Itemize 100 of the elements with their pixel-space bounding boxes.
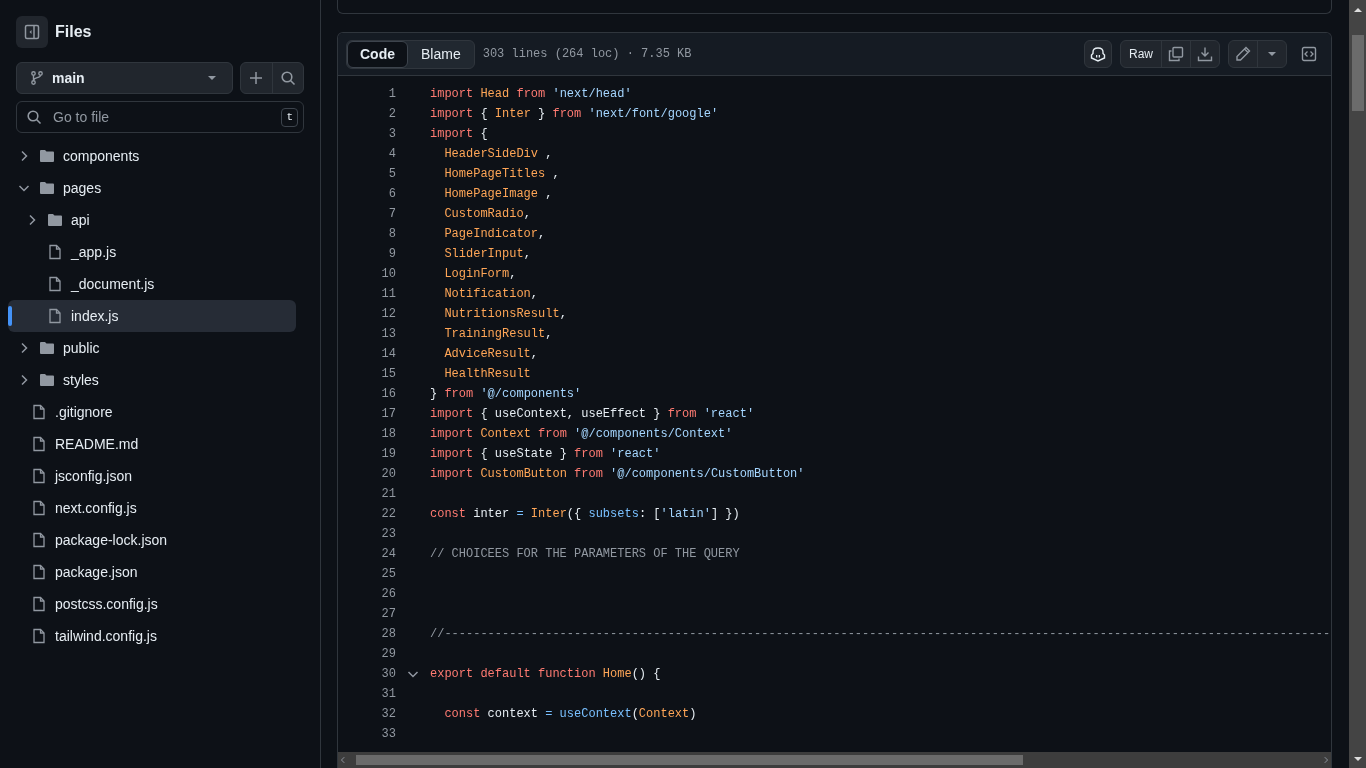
line-number: 25: [380, 566, 396, 583]
tree-item[interactable]: pages: [8, 172, 296, 204]
file-icon: [31, 500, 47, 516]
code-line: HealthResult: [443, 366, 531, 383]
code-line: import { useContext, useEffect } from 'react': [430, 406, 755, 423]
line-number: 29: [380, 646, 396, 663]
line-number: 2: [387, 106, 396, 123]
line-number: 8: [387, 226, 396, 243]
folder-icon: [39, 148, 55, 164]
code-line: // CHOICEES FOR THE PARAMETERS OF THE QUERY: [430, 546, 740, 563]
line-number: 17: [380, 406, 396, 423]
folder-icon: [39, 180, 55, 196]
folder-icon: [39, 372, 55, 388]
code-line: } from '@/components': [430, 386, 582, 403]
folder-icon: [39, 340, 55, 356]
copy-icon: [1168, 46, 1184, 62]
scrollbar-thumb[interactable]: [1351, 35, 1364, 111]
collapse-sidebar-button[interactable]: [16, 16, 48, 48]
code-line: import { Inter } from 'next/font/google': [430, 106, 719, 123]
file-icon: [31, 564, 47, 580]
view-tab[interactable]: Blame: [408, 40, 474, 68]
line-number: 15: [380, 366, 396, 383]
line-number: 5: [387, 166, 396, 183]
code-line: LoginForm,: [443, 266, 517, 283]
shortcut-key: t: [281, 108, 298, 127]
folder-icon: [47, 212, 63, 228]
line-number: 33: [380, 726, 396, 743]
copilot-button[interactable]: [1084, 40, 1112, 68]
tree-item[interactable]: _app.js: [8, 236, 296, 268]
line-number: 3: [387, 126, 396, 143]
scroll-down-icon[interactable]: [1352, 754, 1363, 764]
file-icon: [31, 404, 47, 420]
tree-item[interactable]: .gitignore: [8, 396, 296, 428]
line-number: 4: [387, 146, 396, 163]
file-icon: [47, 244, 63, 260]
code-line: import Context from '@/components/Context': [430, 426, 733, 443]
line-number: 19: [380, 446, 396, 463]
line-number: 16: [380, 386, 396, 403]
tree-item[interactable]: package-lock.json: [8, 524, 296, 556]
download-icon: [1197, 46, 1213, 62]
scroll-up-icon[interactable]: [1352, 5, 1363, 15]
code-line: import { useState } from 'react': [430, 446, 661, 463]
line-number: 7: [387, 206, 396, 223]
file-icon: [31, 436, 47, 452]
tree-item[interactable]: postcss.config.js: [8, 588, 296, 620]
scrollbar[interactable]: [1349, 0, 1366, 768]
code-line: CustomRadio,: [443, 206, 531, 223]
line-number: 10: [380, 266, 396, 283]
code-line: const context = useContext(Context): [443, 706, 697, 723]
horizontal-scrollbar[interactable]: [338, 752, 1331, 768]
search-icon: [26, 109, 42, 125]
line-number: 13: [380, 326, 396, 343]
code-line: const inter = Inter({ subsets: ['latin'] }): [430, 506, 740, 523]
code-line: Notification,: [443, 286, 539, 303]
line-number: 26: [380, 586, 396, 603]
branch-selector[interactable]: main: [16, 62, 233, 94]
code-icon: [1301, 46, 1317, 62]
line-number: 18: [380, 426, 396, 443]
line-number: 32: [380, 706, 396, 723]
line-number: 28: [380, 626, 396, 643]
line-number: 27: [380, 606, 396, 623]
code-line: import {: [430, 126, 488, 143]
line-number: 1: [387, 86, 396, 103]
tree-item[interactable]: tailwind.config.js: [8, 620, 296, 652]
tree-item[interactable]: _document.js: [8, 268, 296, 300]
tree-item[interactable]: styles: [8, 364, 296, 396]
code-line: PageIndicator,: [443, 226, 546, 243]
line-number: 23: [380, 526, 396, 543]
line-number: 20: [380, 466, 396, 483]
file-icon: [31, 468, 47, 484]
code-line: HomePageTitles ,: [443, 166, 560, 183]
tree-item[interactable]: next.config.js: [8, 492, 296, 524]
tree-item[interactable]: package.json: [8, 556, 296, 588]
file-icon: [31, 532, 47, 548]
file-info: 303 lines (264 loc) · 7.35 KB: [482, 46, 692, 63]
code-line: NutritionsResult,: [443, 306, 567, 323]
code-line: HeaderSideDiv ,: [443, 146, 553, 163]
sidebar-title: Files: [55, 22, 92, 42]
line-number: 31: [380, 686, 396, 703]
line-number: 14: [380, 346, 396, 363]
tree-item[interactable]: README.md: [8, 428, 296, 460]
plus-icon: [248, 70, 265, 86]
tree-item[interactable]: components: [8, 140, 296, 172]
tree-item[interactable]: jsconfig.json: [8, 460, 296, 492]
line-number: 21: [380, 486, 396, 503]
view-tab[interactable]: Code: [347, 40, 408, 68]
code-line: import Head from 'next/head': [430, 86, 632, 103]
line-number: 24: [380, 546, 396, 563]
tree-item[interactable]: public: [8, 332, 296, 364]
tree-item[interactable]: api: [8, 204, 296, 236]
code-line: HomePageImage ,: [443, 186, 553, 203]
code-line: //---------------------------------------------------------------------------------------------------------------------------: [430, 626, 1331, 643]
search-icon: [279, 70, 296, 86]
code-line: SliderInput,: [443, 246, 531, 263]
tree-item[interactable]: index.js: [8, 300, 296, 332]
code-line: TrainingResult,: [443, 326, 553, 343]
scrollbar-thumb[interactable]: [356, 755, 1023, 765]
code-line: import CustomButton from '@/components/CustomButton': [430, 466, 805, 483]
code-line: export default function Home() {: [430, 666, 661, 683]
line-number: 12: [380, 306, 396, 323]
